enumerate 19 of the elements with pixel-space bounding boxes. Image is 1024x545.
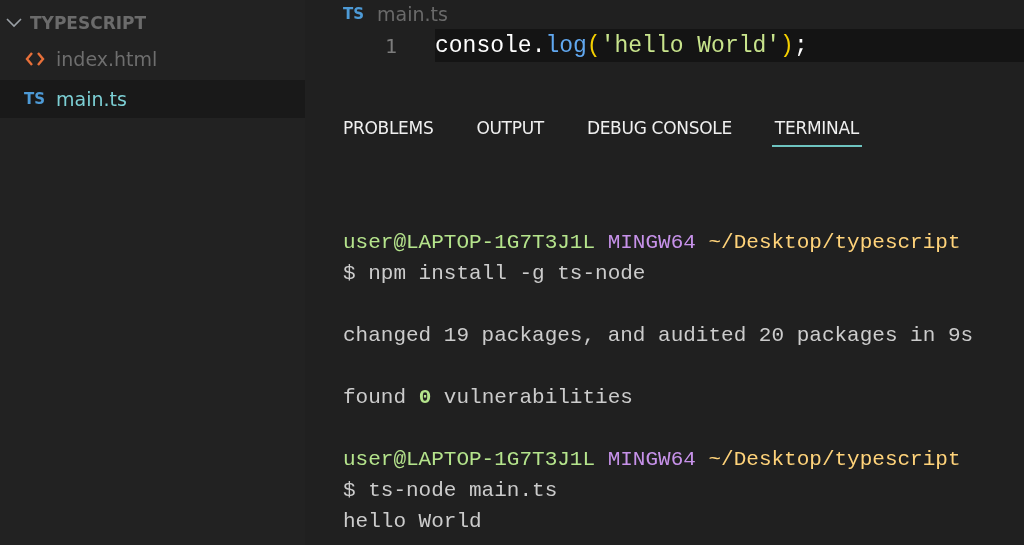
panel-tab[interactable]: OUTPUT: [476, 114, 544, 147]
tab-title: main.ts: [377, 3, 448, 25]
chevron-icon[interactable]: [4, 16, 24, 30]
terminal-line: changed 19 packages, and audited 20 packages in 9s: [343, 323, 975, 349]
terminal-line: $ ts-node main.ts: [343, 478, 559, 504]
terminal-line: user@LAPTOP-1G7T3J1L MINGW64 ~/Desktop/typescript: [343, 447, 962, 473]
panel-tab[interactable]: DEBUG CONSOLE: [586, 114, 732, 147]
panel-tab[interactable]: TERMINAL: [771, 114, 862, 147]
terminal-line: user@LAPTOP-1G7T3J1L MINGW64 ~/Desktop/typescript: [343, 230, 962, 256]
ts-label: TS: [343, 5, 365, 23]
ts-label: TS: [24, 90, 46, 108]
editor-tab[interactable]: TS main.ts: [343, 0, 1024, 25]
code-brackets-icon: [24, 50, 46, 68]
terminal-line: hello World: [343, 509, 483, 535]
file-item[interactable]: TS main.ts: [0, 80, 305, 118]
line-number: 1: [383, 33, 398, 58]
terminal-line: found 0 vulnerabilities: [343, 385, 634, 411]
terminal-line: $ npm install -g ts-node: [343, 261, 647, 287]
panel-tab[interactable]: PROBLEMS: [343, 114, 434, 147]
